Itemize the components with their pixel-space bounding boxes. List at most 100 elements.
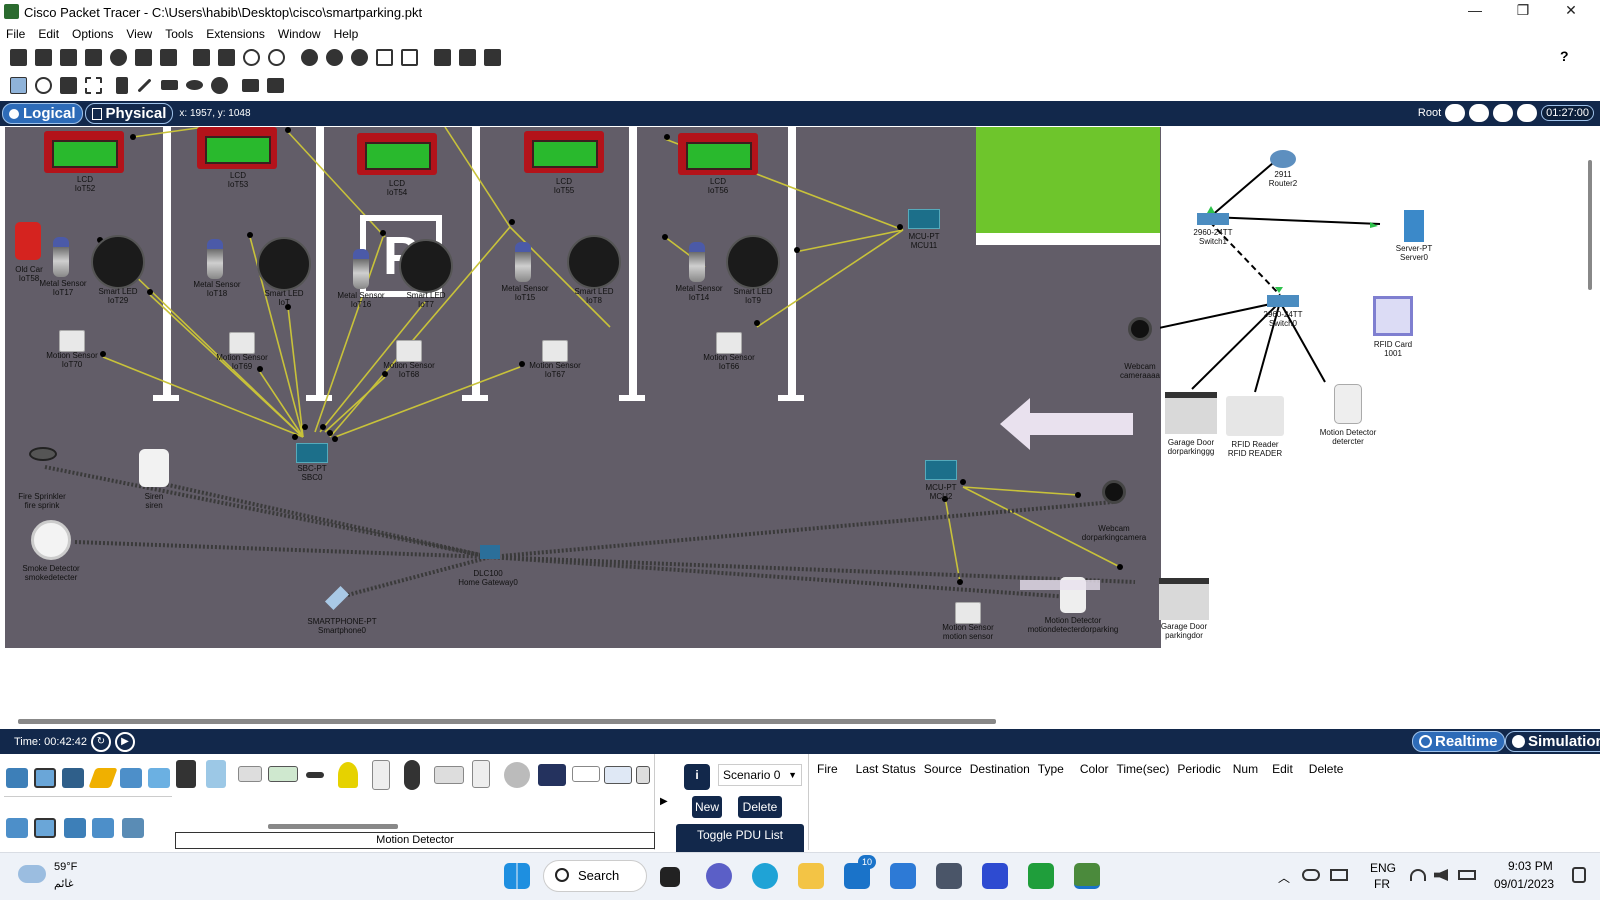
device-thumb[interactable] xyxy=(268,766,298,782)
smart-led[interactable] xyxy=(91,235,145,289)
info-icon[interactable] xyxy=(110,48,127,66)
new-scenario-button[interactable]: New xyxy=(692,796,722,818)
menu-options[interactable]: Options xyxy=(72,27,113,41)
help-icon[interactable]: ? xyxy=(1560,48,1569,64)
environment-clock[interactable]: 01:27:00 xyxy=(1541,105,1594,121)
device-thumb[interactable] xyxy=(472,760,490,788)
windows-start-icon[interactable] xyxy=(504,863,530,889)
smoke-detector[interactable] xyxy=(31,520,71,560)
switch-icon[interactable] xyxy=(1197,213,1229,225)
close-button[interactable]: ✕ xyxy=(1548,2,1594,22)
motion-sensor[interactable] xyxy=(229,332,255,354)
open-folder-icon[interactable] xyxy=(35,48,52,66)
clock-time[interactable]: 9:03 PM xyxy=(1508,859,1553,873)
motion-sensor[interactable] xyxy=(542,340,568,362)
device-thumb[interactable] xyxy=(238,766,262,782)
copy-icon[interactable] xyxy=(193,48,210,66)
metal-sensor[interactable] xyxy=(689,242,705,282)
network-wizard-icon[interactable] xyxy=(135,48,152,66)
lang-secondary[interactable]: FR xyxy=(1374,877,1390,891)
pc-icon[interactable] xyxy=(6,818,28,838)
maximize-button[interactable]: ❐ xyxy=(1500,2,1546,22)
expand-arrow-icon[interactable]: ▶ xyxy=(660,796,668,807)
lang-primary[interactable]: ENG xyxy=(1370,861,1396,875)
move-icon[interactable] xyxy=(1493,104,1514,122)
lcd-device[interactable] xyxy=(524,131,604,173)
note-icon[interactable] xyxy=(116,76,128,94)
app-icon[interactable] xyxy=(936,863,962,889)
clock-date[interactable]: 09/01/2023 xyxy=(1494,877,1554,891)
lcd-device[interactable] xyxy=(197,127,277,169)
device-thumb[interactable] xyxy=(538,764,566,786)
webcam[interactable] xyxy=(1102,480,1126,504)
select-icon[interactable] xyxy=(10,76,27,94)
minimize-button[interactable]: — xyxy=(1452,2,1498,22)
undo-icon[interactable] xyxy=(243,48,260,66)
device-scrollbar[interactable] xyxy=(268,824,398,829)
smart-led[interactable] xyxy=(726,235,780,289)
motion-sensor[interactable] xyxy=(716,332,742,354)
tab-physical[interactable]: Physical xyxy=(84,103,174,124)
menu-extensions[interactable]: Extensions xyxy=(206,27,265,41)
end-devices-icon[interactable] xyxy=(34,768,56,788)
zoom-out-icon[interactable] xyxy=(351,48,368,66)
back-icon[interactable] xyxy=(1445,104,1466,122)
edge-icon[interactable] xyxy=(752,863,778,889)
cluster-icon[interactable] xyxy=(434,48,451,66)
menu-help[interactable]: Help xyxy=(334,27,359,41)
components-icon[interactable] xyxy=(62,768,84,788)
industrial-icon[interactable] xyxy=(92,818,114,838)
device-thumb[interactable] xyxy=(604,766,632,784)
device-thumb[interactable] xyxy=(176,760,196,788)
store-icon[interactable] xyxy=(890,863,916,889)
freeform-icon[interactable] xyxy=(211,76,228,94)
router-icon[interactable] xyxy=(1270,150,1296,168)
rectangle-icon[interactable] xyxy=(161,80,178,90)
drawing-palette-icon[interactable] xyxy=(376,48,393,66)
device-thumb[interactable] xyxy=(306,772,324,778)
simulation-button[interactable]: Simulation xyxy=(1505,731,1600,752)
cloud-icon[interactable] xyxy=(1469,104,1490,122)
smart-led[interactable] xyxy=(567,235,621,289)
weather-icon[interactable] xyxy=(18,865,46,883)
device-thumb[interactable] xyxy=(206,760,226,788)
lcd-device[interactable] xyxy=(357,133,437,175)
metal-sensor[interactable] xyxy=(515,242,531,282)
misc-icon[interactable] xyxy=(120,768,142,788)
wifi-icon[interactable] xyxy=(1410,869,1426,881)
server-icon[interactable] xyxy=(1404,210,1424,242)
multiuser-icon[interactable] xyxy=(148,768,170,788)
menu-edit[interactable]: Edit xyxy=(38,27,59,41)
complex-pdu-icon[interactable] xyxy=(267,77,284,93)
task-view-icon[interactable] xyxy=(660,867,680,887)
keyboard-icon[interactable] xyxy=(1330,869,1348,881)
motion-sensor[interactable] xyxy=(59,330,85,352)
scenario-select[interactable]: Scenario 0 ▼ xyxy=(718,764,802,786)
smart-led[interactable] xyxy=(257,237,311,291)
inspect-icon[interactable] xyxy=(35,76,52,94)
lcd-device[interactable] xyxy=(44,131,124,173)
menu-view[interactable]: View xyxy=(126,27,152,41)
menu-file[interactable]: File xyxy=(6,27,25,41)
power-grid-icon[interactable] xyxy=(122,818,144,838)
rfid-card-icon[interactable] xyxy=(1373,296,1413,336)
device-thumb[interactable] xyxy=(504,762,530,788)
metal-sensor[interactable] xyxy=(53,237,69,277)
delete-icon[interactable] xyxy=(60,76,77,94)
old-car-icon[interactable] xyxy=(15,222,41,260)
xbox-icon[interactable] xyxy=(1028,863,1054,889)
info-button[interactable]: i xyxy=(684,764,710,790)
server-list-icon[interactable] xyxy=(459,48,476,66)
rfid-reader-icon[interactable] xyxy=(1226,396,1284,436)
metal-sensor[interactable] xyxy=(353,249,369,289)
packet-tracer-icon[interactable] xyxy=(1074,863,1100,889)
siren-device[interactable] xyxy=(139,449,169,487)
smart-city-icon[interactable] xyxy=(64,818,86,838)
lcd-device[interactable] xyxy=(678,133,758,175)
fire-sprinkler[interactable] xyxy=(29,447,57,461)
file-explorer-icon[interactable] xyxy=(798,863,824,889)
garage-door-icon[interactable] xyxy=(1165,392,1217,434)
simple-pdu-icon[interactable] xyxy=(242,78,259,92)
connections-icon[interactable] xyxy=(88,768,118,788)
switch-icon[interactable] xyxy=(1267,295,1299,307)
